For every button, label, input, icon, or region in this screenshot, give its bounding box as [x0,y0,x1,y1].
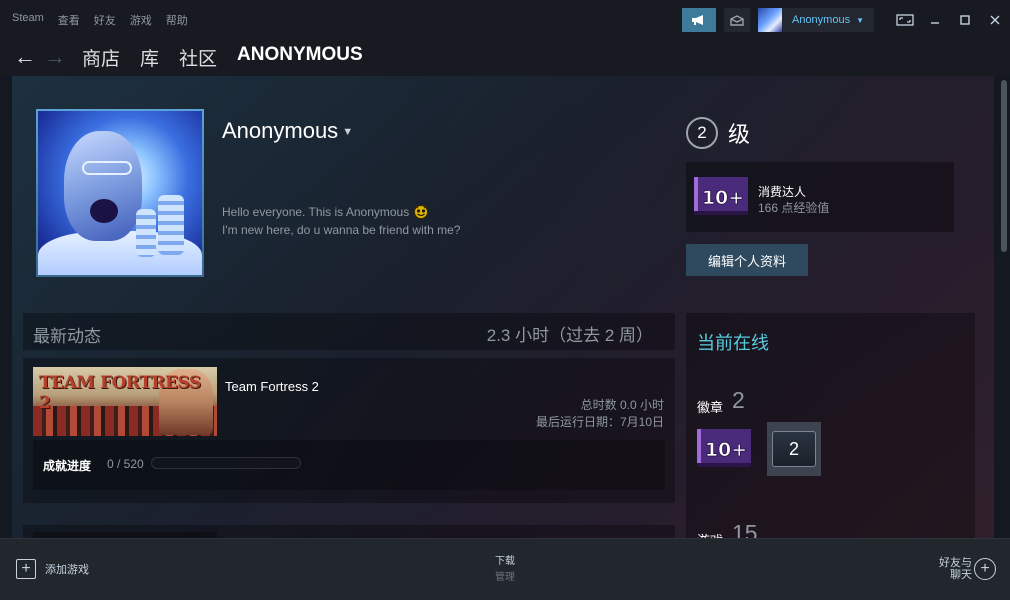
chevron-down-icon: ▼ [856,15,864,25]
game-capsule-image[interactable]: TEAM FORTRESS 2 [33,367,217,436]
maximize-button[interactable] [950,8,980,32]
recent-activity-header: 最新动态 2.3 小时（过去 2 周） [23,313,675,350]
account-menu[interactable]: Anonymous ▼ [757,8,874,32]
level-label: 级 [728,122,751,147]
account-name: Anonymous [791,14,851,26]
game-stats: 总时数 0.0 小时 最后运行日期：7月10日 [535,398,664,429]
navigation-bar: ← → 商店 库 社区 ANONYMOUS [0,38,1010,76]
nav-library[interactable]: 库 [140,44,159,71]
close-icon [990,15,1000,25]
megaphone-icon [691,15,703,25]
online-status: 当前在线 [697,333,769,353]
recent-activity-title: 最新动态 [33,327,101,346]
achievement-progress[interactable]: 成就进度 0 / 520 [33,440,665,490]
nav-community[interactable]: 社区 [179,44,217,71]
game-name[interactable]: Team Fortress 2 [225,379,319,394]
profile-avatar [36,109,204,277]
big-picture-icon [896,14,914,26]
achievement-progress-bar [151,457,301,469]
profile-sidebar: 当前在线 徽章 2 10+ 2 游戏 15 [686,313,975,538]
badges-label[interactable]: 徽章 [697,397,723,416]
scrollbar-thumb[interactable] [1001,80,1007,252]
minimize-icon [931,22,939,24]
recent-game-card [23,525,675,538]
scrollbar[interactable] [994,76,1010,538]
big-picture-button[interactable] [890,8,920,32]
games-label[interactable]: 游戏 [697,530,723,538]
favorite-badge[interactable]: 10+ 消费达人 166 点经验值 [686,162,954,232]
caret-down-icon: ▼ [342,126,354,139]
envelope-icon [730,14,744,26]
plus-circle-icon: + [974,558,996,580]
menu-item-games[interactable]: 游戏 [130,12,152,28]
svg-text:10+: 10+ [702,187,744,209]
avatar-image [38,111,202,275]
level-badge: 2 [686,117,718,149]
badge-ten-plus-icon[interactable]: 10+ [697,429,751,467]
recent-activity-hours: 2.3 小时（过去 2 周） [486,326,653,345]
nav-profile[interactable]: ANONYMOUS [237,44,363,71]
nav-store[interactable]: 商店 [82,44,120,71]
maximize-icon [960,15,970,25]
avatar [757,8,782,32]
close-button[interactable] [980,8,1010,32]
friends-chat-button[interactable]: 好友与 聊天 + [932,557,996,581]
notifications-button[interactable] [723,8,750,32]
badges-count[interactable]: 2 [732,387,745,414]
minimize-button[interactable] [920,8,950,32]
profile-summary: Hello everyone. This is Anonymous I'm ne… [222,205,461,237]
back-arrow-icon[interactable]: ← [10,44,40,70]
badge-ten-plus-icon: 10+ [694,177,748,215]
menu-item-view[interactable]: 查看 [58,12,80,28]
recent-game-card: TEAM FORTRESS 2 Team Fortress 2 总时数 0.0 … [23,358,675,503]
badge-years-icon[interactable]: 2 [767,422,821,476]
menu-item-steam[interactable]: Steam [12,12,44,28]
bottom-bar: + 添加游戏 下载 管理 好友与 聊天 + [0,538,1010,600]
menu-item-help[interactable]: 帮助 [166,12,188,28]
svg-text:10+: 10+ [705,439,747,461]
menu-bar: Steam 查看 好友 游戏 帮助 [12,12,188,28]
title-bar: Steam 查看 好友 游戏 帮助 Anonymous ▼ [0,0,1010,38]
emoticon-icon [414,205,429,219]
announcements-button[interactable] [681,8,716,32]
persona-name[interactable]: Anonymous ▼ [222,118,353,144]
profile-page: Anonymous ▼ Hello everyone. This is Anony… [0,76,1010,538]
edit-profile-button[interactable]: 编辑个人资料 [686,244,808,276]
menu-item-friends[interactable]: 好友 [94,12,116,28]
downloads-status[interactable]: 下载 管理 [0,552,1010,583]
profile-level: 2 级 [686,117,750,149]
games-count[interactable]: 15 [732,520,758,538]
forward-arrow-icon[interactable]: → [40,44,70,70]
